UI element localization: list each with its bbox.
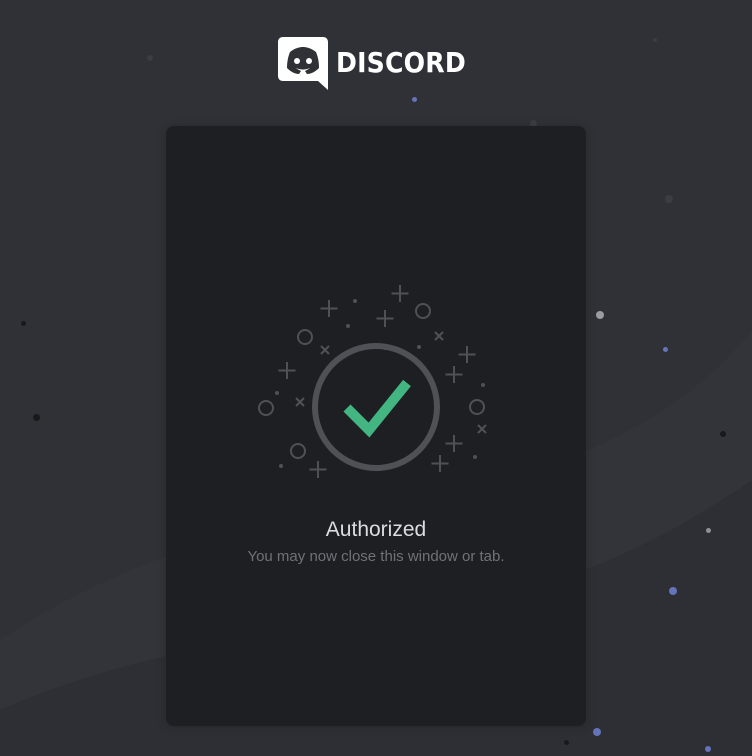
status-title: Authorized — [325, 518, 427, 541]
discord-logo: DISCORD — [278, 36, 478, 90]
authorization-page: DISCORD Authorized You may now close thi… — [0, 0, 752, 756]
success-illustration — [258, 285, 487, 478]
background-star — [412, 97, 417, 102]
discord-wordmark: DISCORD — [336, 46, 466, 79]
check-circle-icon — [312, 343, 440, 471]
background-star — [21, 321, 26, 326]
authorization-card: Authorized You may now close this window… — [166, 126, 586, 726]
background-star — [147, 55, 153, 61]
background-star — [663, 347, 668, 352]
background-star — [669, 587, 677, 595]
background-star — [665, 195, 673, 203]
background-star — [653, 38, 657, 42]
background-star — [564, 740, 569, 745]
background-star — [705, 746, 711, 752]
discord-logo-icon — [278, 37, 328, 90]
background-star — [596, 311, 604, 319]
background-star — [706, 528, 711, 533]
status-subtitle: You may now close this window or tab. — [247, 548, 505, 565]
sparkle-decorations — [258, 285, 487, 478]
background-star — [593, 728, 601, 736]
background-star — [720, 431, 726, 437]
background-star — [33, 414, 40, 421]
